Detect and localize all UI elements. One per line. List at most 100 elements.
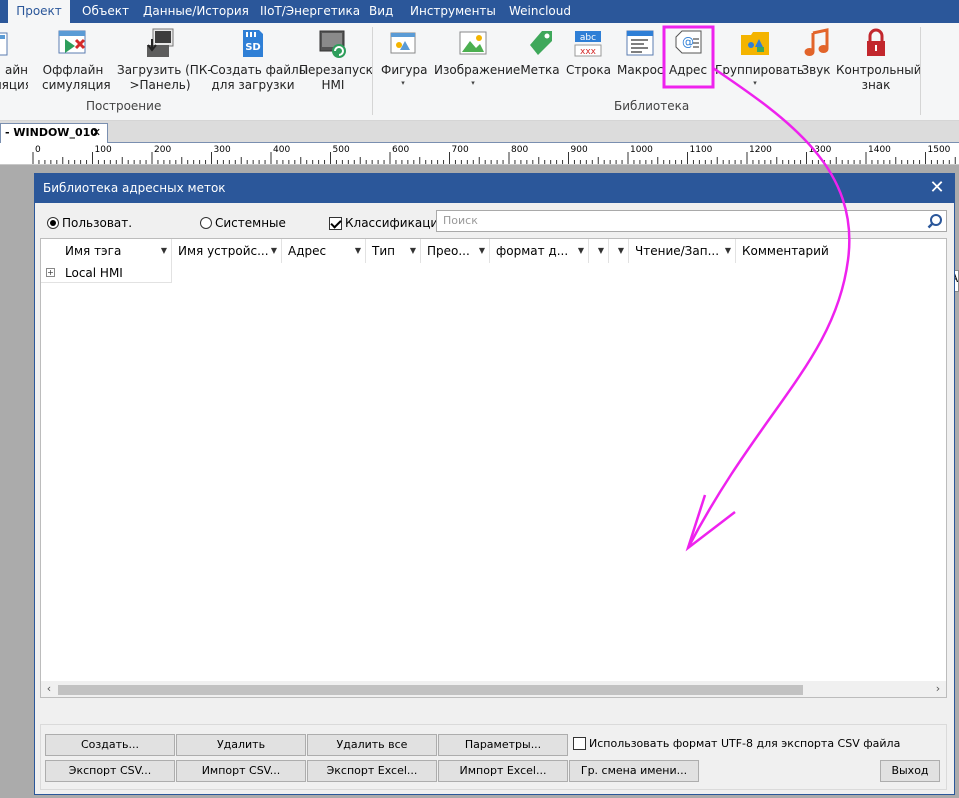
address-button[interactable]: @ Адрес [667,27,709,78]
menu-project[interactable]: Проект [8,0,70,23]
group-button[interactable]: Группировать ▾ [715,27,804,88]
chevron-down-icon[interactable]: ▼ [598,239,604,263]
export-csv-button[interactable]: Экспорт CSV... [45,760,175,782]
ruler-label: 700 [452,145,469,155]
tab-window-010[interactable]: - WINDOW_010 ✕ [0,123,108,143]
search-icon[interactable] [927,213,943,229]
tag-button[interactable]: Метка [520,27,560,78]
shape-icon [387,27,419,59]
exit-button[interactable]: Выход [880,760,940,782]
column-header-tag-name[interactable]: Имя тэга ▼ [59,239,172,263]
online-simulation-button[interactable]: айн ляция [0,27,28,93]
chevron-down-icon[interactable]: ▼ [161,239,167,263]
column-header-unnamed-1[interactable]: ▼ [589,239,609,263]
classification-checkbox[interactable]: Классификация [329,216,445,230]
offline-simulation-icon [57,27,89,59]
shape-button[interactable]: Фигура ▾ [381,27,428,88]
tree-node-local-hmi[interactable]: + Local HMI [41,263,172,283]
chevron-down-icon[interactable]: ▼ [725,239,731,263]
column-header-type[interactable]: Тип ▼ [366,239,421,263]
ruler-label: 1000 [630,145,653,155]
group-rename-button[interactable]: Гр. смена имени... [569,760,699,782]
offline-simulation-button[interactable]: Оффлайн симуляция [42,27,111,93]
close-icon[interactable]: ✕ [926,177,948,199]
lock-icon [860,27,892,59]
menu-view[interactable]: Вид [369,0,393,23]
menu-iiot-energy[interactable]: IIoT/Энергетика [260,0,360,23]
macro-button[interactable]: Макрос [617,27,664,78]
picture-icon [457,27,489,59]
scroll-left-icon[interactable]: ‹ [41,681,57,697]
search-input[interactable]: Поиск [436,210,947,232]
import-csv-button[interactable]: Импорт CSV... [176,760,306,782]
menu-tools[interactable]: Инструменты [410,0,496,23]
chevron-down-icon[interactable]: ▼ [578,239,584,263]
tag-table: Имя тэга ▼ Имя устройс... ▼ Адрес ▼ Тип ▼ Пр… [40,238,947,698]
horizontal-scrollbar[interactable]: ‹ › [41,681,946,697]
sd-card-icon: SD [237,27,269,59]
dialog-button-panel: Создать... Удалить Удалить все Параметры… [40,724,947,790]
download-pc-panel-button[interactable]: Загрузить (ПК- >Панель) [117,27,212,93]
chevron-down-icon[interactable]: ▼ [618,239,624,263]
parameters-button[interactable]: Параметры... [438,734,568,756]
radio-system-indicator [200,217,212,229]
chevron-down-icon: ▾ [753,79,757,87]
restart-hmi-button[interactable]: Перезапуск HMI [299,27,373,93]
ruler-label: 500 [333,145,350,155]
create-button[interactable]: Создать... [45,734,175,756]
sound-icon [801,27,833,59]
svg-text:abc: abc [580,33,596,43]
download-icon [144,27,176,59]
delete-all-button[interactable]: Удалить все [307,734,437,756]
create-download-files-button[interactable]: SD Создать файлы для загрузки [210,27,308,93]
scrollbar-thumb[interactable] [58,685,803,695]
menu-weincloud[interactable]: Weincloud [509,0,571,23]
import-excel-button[interactable]: Импорт Excel... [438,760,568,782]
ruler-label: 1500 [928,145,951,155]
string-icon: abc xxx [572,27,604,59]
column-header-unnamed-2[interactable]: ▼ [609,239,629,263]
chevron-down-icon: ▾ [471,79,475,87]
radio-system[interactable]: Системные [200,216,286,230]
menu-object[interactable]: Объект [82,0,129,23]
radio-user-indicator [47,217,59,229]
dialog-title: Библиотека адресных меток ✕ [35,174,954,203]
ruler-label: 0 [35,145,41,155]
column-header-address[interactable]: Адрес ▼ [282,239,366,263]
column-header-read-write[interactable]: Чтение/Зап... ▼ [629,239,736,263]
delete-button[interactable]: Удалить [176,734,306,756]
column-header-device-name[interactable]: Имя устройс... ▼ [172,239,282,263]
picture-button[interactable]: Изображение ▾ [434,27,520,88]
ruler-label: 100 [95,145,112,155]
library-group-label: Библиотека [614,99,690,113]
column-header-conversion[interactable]: Прео... ▼ [421,239,490,263]
chevron-down-icon[interactable]: ▼ [271,239,277,263]
ruler-label: 600 [392,145,409,155]
chevron-down-icon: ▾ [401,79,405,87]
ruler-label: 1200 [749,145,772,155]
expand-icon[interactable]: + [46,268,55,277]
svg-text:SD: SD [245,42,261,53]
sound-button[interactable]: Звук [801,27,831,78]
chevron-down-icon[interactable]: ▼ [410,239,416,263]
ruler-label: 800 [511,145,528,155]
column-header-data-format[interactable]: формат д... ▼ [490,239,589,263]
radio-user[interactable]: Пользоват. [47,216,132,230]
utf8-csv-checkbox[interactable]: Использовать формат UTF-8 для экспорта C… [573,737,900,750]
export-excel-button[interactable]: Экспорт Excel... [307,760,437,782]
menu-data-history[interactable]: Данные/История [143,0,249,23]
chevron-down-icon[interactable]: ▼ [479,239,485,263]
chevron-down-icon[interactable]: ▼ [355,239,361,263]
column-header-comment[interactable]: Комментарий [736,239,946,263]
svg-text:xxx: xxx [580,47,597,57]
document-tab-strip: - WINDOW_010 ✕ [0,121,959,143]
scroll-right-icon[interactable]: › [930,681,946,697]
close-icon[interactable]: ✕ [92,124,101,142]
ribbon: айн ляция Оффлайн симуляция Загрузить (П… [0,23,959,121]
ruler-label: 1400 [868,145,891,155]
ruler-label: 900 [571,145,588,155]
tag-icon [524,27,556,59]
string-button[interactable]: abc xxx Строка [566,27,611,78]
security-mark-button[interactable]: Контрольный знак [836,27,922,93]
ruler-label: 300 [214,145,231,155]
